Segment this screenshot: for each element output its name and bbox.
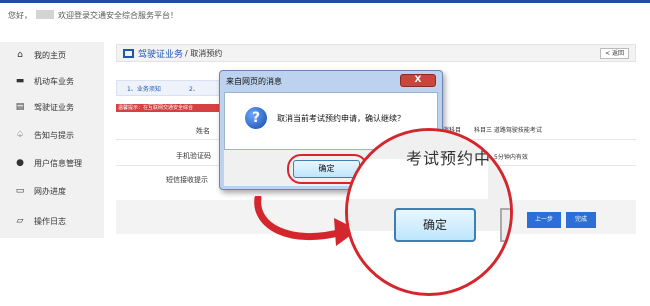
sidebar: ⌂ 我的主页 ▬ 机动车业务 ▤ 驾驶证业务 ♤ 告知与提示 ● 用户信息管理 … [0, 42, 104, 238]
question-icon: ? [245, 107, 267, 129]
masked-username [36, 10, 54, 19]
step-2: 2、 [189, 86, 199, 93]
sidebar-item-user[interactable]: ● 用户信息管理 [0, 150, 104, 176]
dialog-message: 取消当前考试预约申请，确认继续？ [277, 114, 405, 123]
greeting-prefix: 您好， [8, 11, 32, 20]
zoom-ok-button: 确定 [394, 208, 476, 242]
prev-step-button[interactable]: 上一步 [527, 212, 561, 228]
sidebar-item-label: 用户信息管理 [34, 158, 82, 168]
user-icon: ● [16, 158, 24, 168]
breadcrumb: / 取消预约 [185, 48, 223, 58]
log-icon: ▱ [16, 216, 24, 226]
zoom-text: 考试预约中 [406, 149, 492, 168]
sidebar-item-vehicle[interactable]: ▬ 机动车业务 [0, 68, 104, 94]
progress-icon: ▭ [15, 186, 25, 196]
greeting-text: 欢迎登录交通安全综合服务平台！ [58, 11, 178, 20]
car-icon: ▬ [15, 76, 25, 86]
dialog-close-button[interactable]: X [400, 74, 436, 87]
page-title: 驾驶证业务 [138, 49, 184, 60]
step-1: 1、业务须知 [127, 86, 161, 93]
sidebar-item-label: 网办进度 [34, 186, 66, 196]
license-card-icon: ▤ [15, 102, 25, 112]
sidebar-item-label: 驾驶证业务 [34, 102, 74, 112]
license-card-icon [123, 48, 134, 58]
dialog-title: 来自网页的消息 [226, 77, 282, 86]
sidebar-item-label: 我的主页 [34, 50, 66, 60]
zoom-cancel-button [500, 208, 510, 242]
sidebar-item-log[interactable]: ▱ 操作日志 [0, 208, 104, 234]
zoom-magnifier: 考试预约中 确定 [345, 128, 513, 296]
sidebar-item-label: 操作日志 [34, 216, 66, 226]
top-border [0, 0, 650, 3]
bell-icon: ♤ [15, 130, 25, 140]
sidebar-item-license[interactable]: ▤ 驾驶证业务 [0, 94, 104, 120]
curved-arrow-icon [254, 196, 358, 246]
sidebar-item-progress[interactable]: ▭ 网办进度 [0, 178, 104, 204]
done-button[interactable]: 完成 [566, 212, 596, 228]
phone-code-label: 手机验证码 [176, 152, 211, 160]
sidebar-item-home[interactable]: ⌂ 我的主页 [0, 42, 104, 68]
sidebar-item-label: 告知与提示 [34, 130, 74, 140]
greeting-bar: 您好， 欢迎登录交通安全综合服务平台！ [8, 10, 178, 21]
back-button[interactable]: < 返回 [600, 48, 629, 59]
home-icon: ⌂ [17, 50, 23, 60]
name-label: 姓名 [196, 127, 210, 135]
sms-label: 短信接收提示 [166, 176, 208, 184]
content-header: 驾驶证业务 / 取消预约 < 返回 [116, 44, 636, 62]
sidebar-item-label: 机动车业务 [34, 76, 74, 86]
warning-banner: 温馨提示：在互联网交通安全综合 [116, 104, 226, 112]
form-divider [116, 164, 221, 166]
sidebar-item-notice[interactable]: ♤ 告知与提示 [0, 122, 104, 148]
